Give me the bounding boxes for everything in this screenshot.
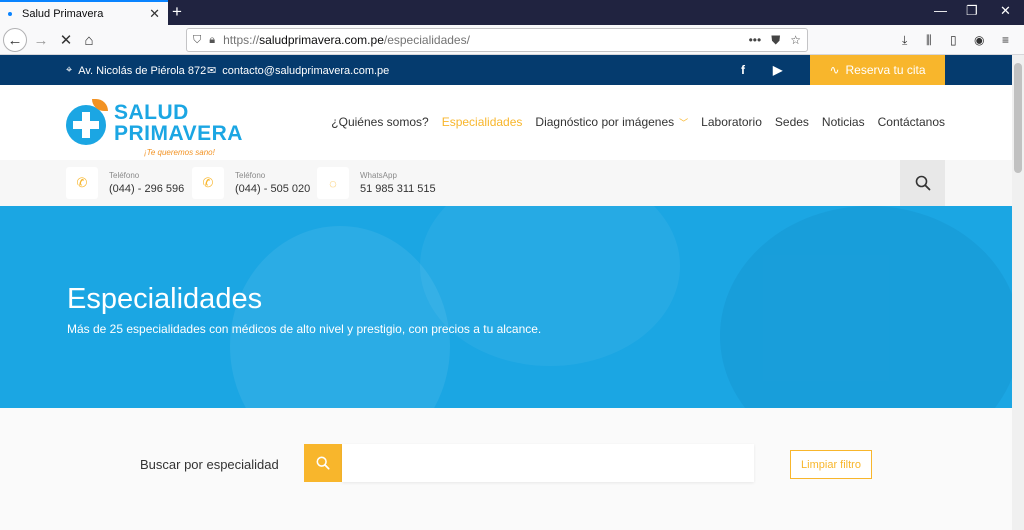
url-prefix: https://: [223, 33, 260, 47]
address-text: Av. Nicolás de Piérola 872: [78, 64, 207, 77]
email-text[interactable]: contacto@saludprimavera.com.pe: [222, 65, 389, 77]
shield-icon[interactable]: ⛉: [193, 34, 201, 47]
contact-label: Teléfono: [235, 171, 266, 180]
filter-search-button[interactable]: [304, 444, 342, 482]
home-icon[interactable]: ⌂: [77, 28, 101, 52]
filter-label: Buscar por especialidad: [140, 457, 279, 472]
contact-label: WhatsApp: [360, 171, 397, 180]
web-page: ⌖ Av. Nicolás de Piérola 872 ✉ contacto@…: [0, 55, 1012, 530]
account-icon[interactable]: ◉: [974, 33, 984, 47]
hero-subtitle: Más de 25 especialidades con médicos de …: [67, 322, 542, 336]
minimize-icon[interactable]: —: [934, 3, 947, 18]
clear-filter-button[interactable]: Limpiar filtro: [790, 450, 872, 479]
hero-photo-doctor: [230, 226, 450, 408]
contact-value[interactable]: (044) - 505 020: [235, 183, 310, 195]
menu-item-contactanos[interactable]: Contáctanos: [878, 115, 945, 129]
email-item[interactable]: ✉ contacto@saludprimavera.com.pe: [207, 64, 389, 78]
lock-icon[interactable]: 🔒︎: [209, 34, 215, 47]
menu-icon[interactable]: ≡: [1002, 33, 1009, 47]
pocket-icon[interactable]: ⛊: [771, 33, 780, 48]
restore-icon[interactable]: ❐: [966, 3, 978, 19]
mail-icon: ✉: [207, 65, 217, 77]
forward-icon[interactable]: →: [29, 28, 53, 52]
back-icon[interactable]: ←: [3, 28, 27, 52]
pulse-icon: ∿: [829, 63, 840, 77]
hero-title: Especialidades: [67, 283, 263, 315]
scrollbar-thumb[interactable]: [1014, 63, 1022, 173]
contact-bar: ✆ Teléfono (044) - 296 596 ✆ Teléfono (044…: [0, 160, 1012, 206]
url-text[interactable]: https://saludprimavera.com.pe/especialid…: [223, 33, 739, 47]
new-tab-icon[interactable]: +: [172, 2, 182, 22]
tab-title: Salud Primavera: [22, 7, 104, 20]
phone-icon: ✆: [192, 167, 224, 199]
loading-icon: [8, 11, 12, 16]
contact-phone-2[interactable]: ✆ Teléfono (044) - 505 020: [192, 167, 310, 199]
browser-tab[interactable]: Salud Primavera ✕: [0, 0, 168, 25]
chevron-down-icon: ﹀: [679, 118, 689, 128]
main-menu: ¿Quiénes somos? Especialidades Diagnósti…: [331, 115, 945, 129]
phone-icon: ✆: [66, 167, 98, 199]
menu-item-laboratorio[interactable]: Laboratorio: [701, 115, 762, 129]
search-icon: [316, 456, 330, 470]
library-icon[interactable]: ⫼: [926, 33, 932, 48]
medical-cross-icon: [66, 105, 106, 145]
contact-phone-1[interactable]: ✆ Teléfono (044) - 296 596: [66, 167, 184, 199]
hero-banner: Especialidades Más de 25 especialidades …: [0, 206, 1012, 408]
contact-whatsapp[interactable]: ◌ WhatsApp 51 985 311 515: [317, 167, 436, 199]
reserve-appointment-button[interactable]: ∿ Reserva tu cita: [810, 55, 945, 85]
contact-value[interactable]: 51 985 311 515: [360, 183, 436, 195]
hero-photo-arm: [420, 206, 680, 366]
whatsapp-icon: ◌: [317, 167, 349, 199]
logo-tagline: ¡Te queremos sano!: [144, 148, 215, 157]
menu-item-especialidades[interactable]: Especialidades: [442, 115, 523, 129]
site-search-button[interactable]: [900, 160, 945, 206]
specialty-search-input[interactable]: [342, 444, 754, 482]
site-header: SALUD PRIMAVERA ¡Te queremos sano! ¿Quié…: [0, 85, 1012, 160]
close-tab-icon[interactable]: ✕: [149, 6, 160, 22]
contact-value[interactable]: (044) - 296 596: [109, 183, 184, 195]
facebook-icon[interactable]: f: [741, 63, 745, 77]
menu-item-noticias[interactable]: Noticias: [822, 115, 865, 129]
location-pin-icon: ⌖: [66, 64, 73, 76]
reserve-label: Reserva tu cita: [845, 63, 926, 77]
bookmark-star-icon[interactable]: ☆: [790, 33, 801, 47]
url-bar[interactable]: ⛉ 🔒︎ https://saludprimavera.com.pe/espec…: [186, 28, 808, 52]
youtube-icon[interactable]: ▶: [773, 63, 782, 77]
page-scrollbar[interactable]: [1012, 55, 1024, 530]
menu-item-diagnostico-wrap[interactable]: Diagnóstico por imágenes ﹀: [535, 115, 688, 129]
contact-label: Teléfono: [109, 171, 140, 180]
specialty-filter: Buscar por especialidad Limpiar filtro: [0, 408, 1012, 530]
sidebar-icon[interactable]: ▯: [950, 33, 957, 47]
hero-photo-patient: [720, 206, 1012, 408]
top-info-bar: ⌖ Av. Nicolás de Piérola 872 ✉ contacto@…: [0, 55, 1012, 85]
menu-item-diagnostico[interactable]: Diagnóstico por imágenes: [535, 115, 674, 129]
menu-item-sedes[interactable]: Sedes: [775, 115, 809, 129]
url-domain: saludprimavera.com.pe: [259, 33, 384, 47]
browser-tab-bar: Salud Primavera ✕ + — ❐ ✕: [0, 0, 1024, 25]
address-item: ⌖ Av. Nicolás de Piérola 872: [66, 64, 206, 77]
page-actions-icon[interactable]: •••: [749, 33, 762, 47]
menu-item-quienes-somos[interactable]: ¿Quiénes somos?: [331, 115, 428, 129]
download-icon[interactable]: ⤓: [902, 33, 907, 48]
browser-toolbar: ← → ✕ ⌂ ⛉ 🔒︎ https://saludprimavera.com.…: [0, 25, 1024, 55]
search-icon: [915, 175, 930, 191]
close-window-icon[interactable]: ✕: [1000, 3, 1011, 19]
logo-line2: PRIMAVERA: [114, 122, 243, 145]
stop-icon[interactable]: ✕: [54, 28, 78, 52]
url-path: /especialidades/: [383, 33, 470, 47]
